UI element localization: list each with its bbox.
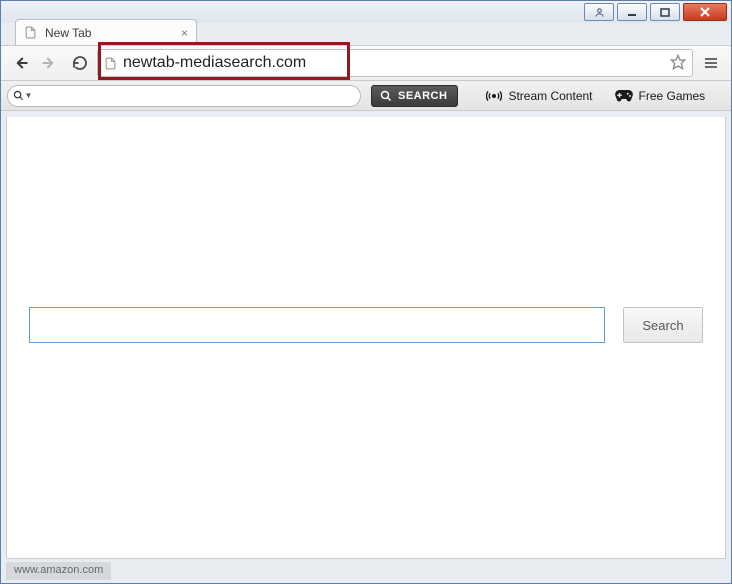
stream-content-link[interactable]: Stream Content — [478, 88, 600, 104]
gamepad-icon — [615, 89, 633, 103]
page-content: Search — [6, 117, 726, 559]
toolbar-search-input[interactable] — [37, 85, 361, 107]
tab-close-button[interactable]: × — [181, 26, 188, 40]
stream-content-label: Stream Content — [508, 89, 592, 103]
url-text: newtab-mediasearch.com — [123, 54, 306, 72]
browser-tab[interactable]: New Tab × — [15, 19, 197, 45]
toolbar-search-button[interactable]: SEARCH — [371, 85, 458, 107]
maximize-icon — [660, 7, 670, 17]
close-window-button[interactable] — [683, 3, 727, 21]
minimize-icon — [627, 7, 637, 17]
back-button[interactable] — [7, 50, 33, 76]
free-games-link[interactable]: Free Games — [607, 89, 714, 103]
arrow-right-icon — [41, 54, 59, 72]
main-search-input[interactable] — [29, 307, 605, 343]
toolbar-search-label: SEARCH — [398, 90, 447, 102]
toolbar-search-dropdown[interactable]: ▼ — [7, 85, 37, 107]
magnifier-icon — [380, 90, 392, 102]
navigation-bar: newtab-mediasearch.com — [1, 45, 731, 81]
magnifier-icon — [13, 90, 24, 101]
free-games-label: Free Games — [639, 89, 706, 103]
maximize-button[interactable] — [650, 3, 680, 21]
hamburger-icon — [703, 55, 719, 71]
menu-button[interactable] — [697, 49, 725, 77]
close-icon — [699, 6, 711, 18]
reload-icon — [72, 55, 88, 71]
main-search-form: Search — [29, 307, 703, 343]
main-search-button[interactable]: Search — [623, 307, 703, 343]
user-profile-button[interactable] — [584, 3, 614, 21]
reload-button[interactable] — [67, 50, 93, 76]
tab-title: New Tab — [45, 26, 91, 40]
page-icon — [24, 26, 37, 39]
user-icon — [594, 7, 605, 18]
extension-toolbar: ▼ SEARCH Stream Content Free Games — [1, 81, 731, 111]
status-bar: www.amazon.com — [6, 562, 111, 580]
address-bar[interactable]: newtab-mediasearch.com — [97, 49, 693, 77]
forward-button[interactable] — [37, 50, 63, 76]
chevron-down-icon: ▼ — [25, 91, 33, 100]
bookmark-button[interactable] — [670, 54, 686, 73]
minimize-button[interactable] — [617, 3, 647, 21]
arrow-left-icon — [11, 54, 29, 72]
status-text: www.amazon.com — [14, 564, 103, 576]
tab-strip: New Tab × — [1, 19, 731, 45]
page-icon — [104, 57, 117, 70]
broadcast-icon — [486, 88, 502, 104]
star-icon — [670, 54, 686, 70]
